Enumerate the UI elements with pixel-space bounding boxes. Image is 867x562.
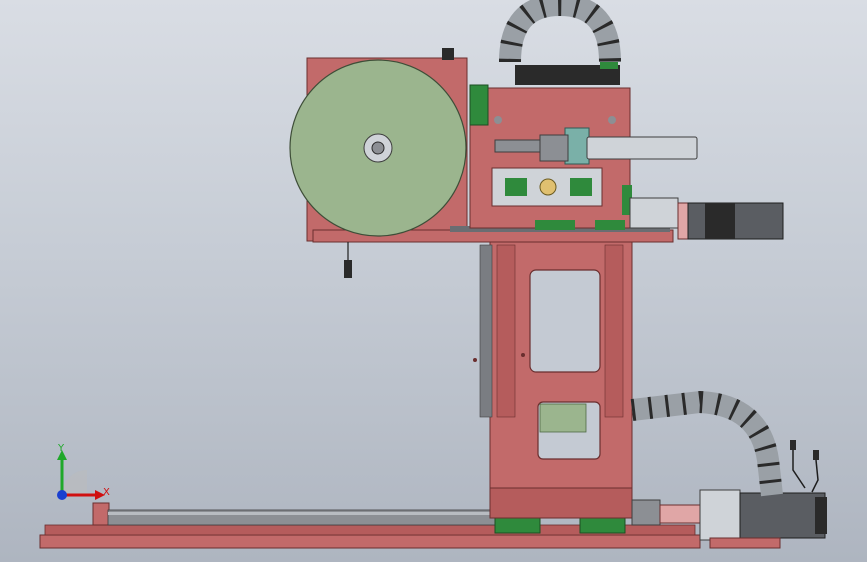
motor-body-lower[interactable] — [739, 492, 826, 539]
disc-hub-center — [371, 141, 385, 155]
mechanism-foot — [535, 220, 575, 230]
z-axis-dot — [57, 490, 67, 500]
mechanism-foot — [595, 220, 625, 230]
cable-connector — [344, 260, 352, 278]
motor-endcap — [815, 497, 827, 534]
linear-shaft-highlight — [108, 512, 496, 515]
coupling-housing — [631, 499, 661, 526]
motor-connector — [790, 440, 796, 450]
motor-connector — [813, 450, 819, 460]
column-bolt — [473, 358, 477, 362]
column-inner-plate-left — [496, 244, 516, 418]
rail-block-1 — [494, 516, 541, 534]
cad-model-canvas[interactable] — [0, 0, 867, 562]
coordinate-triad — [57, 450, 105, 500]
column-window-upper — [529, 269, 601, 373]
base-plate[interactable] — [39, 534, 701, 549]
column-inner-plate-right — [604, 244, 624, 418]
gear — [539, 178, 557, 196]
upper-coupling — [629, 197, 679, 229]
motor-gearbox[interactable] — [699, 489, 741, 541]
pneumatic-cylinder[interactable] — [586, 136, 698, 160]
triad-y-label: Y — [58, 443, 65, 454]
upper-motor[interactable] — [687, 202, 784, 240]
cylinder-mount — [564, 127, 590, 165]
triad-arc — [62, 470, 87, 495]
column-inner-box — [539, 403, 587, 433]
mechanism-green-side — [469, 84, 489, 126]
bearing-block — [505, 178, 527, 196]
motor-cable — [792, 450, 806, 489]
top-knob — [442, 48, 454, 60]
column-bolt — [521, 353, 525, 357]
motor-base-bracket — [709, 537, 781, 549]
cylinder-bolt — [494, 116, 502, 124]
bearing-block — [570, 178, 592, 196]
column-base-block — [489, 487, 633, 519]
cylinder-bolt — [608, 116, 616, 124]
coupling-flange — [659, 504, 701, 524]
upper-motor-endcap — [705, 203, 735, 239]
upper-flange — [677, 202, 689, 240]
column-side-rail-left — [479, 244, 493, 418]
cylinder-head — [539, 134, 569, 162]
cylinder-rod-end — [494, 139, 541, 153]
triad-x-label: X — [103, 487, 110, 498]
rail-block-2 — [579, 516, 626, 534]
motor-cable — [811, 459, 819, 493]
cad-viewport[interactable]: Y X — [0, 0, 867, 562]
